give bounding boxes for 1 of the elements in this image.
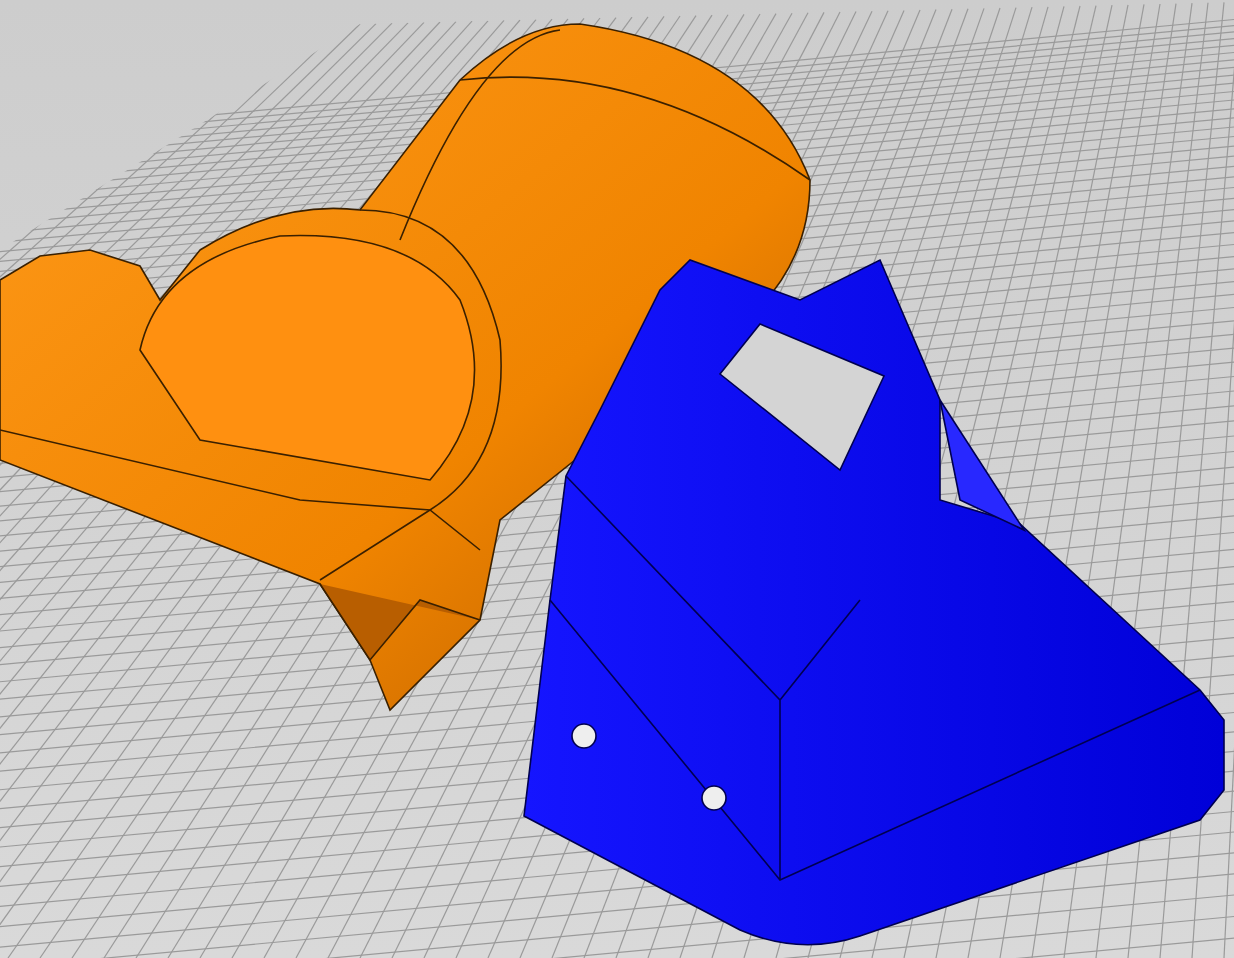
cad-viewport[interactable] (0, 0, 1234, 958)
